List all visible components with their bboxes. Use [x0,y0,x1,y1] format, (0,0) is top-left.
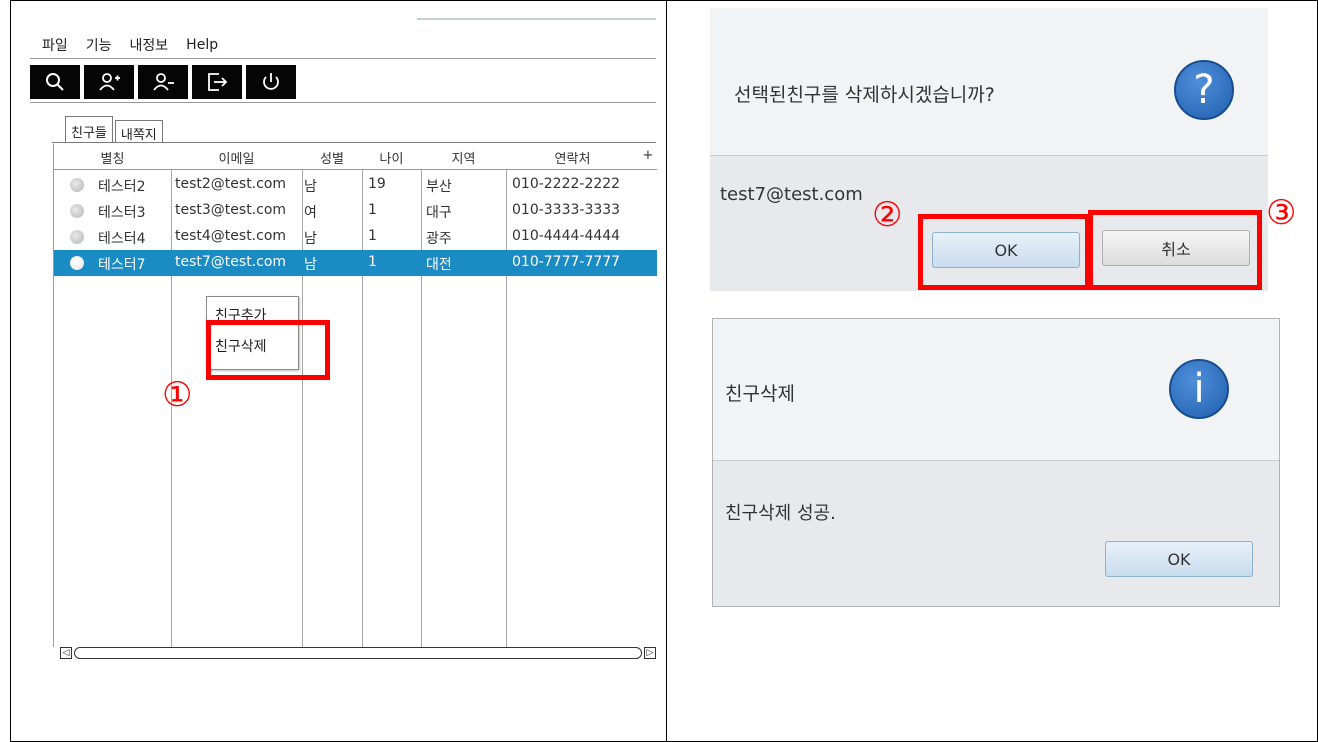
cell-gender: 남 [304,179,317,195]
question-icon-glyph: ? [1193,67,1215,113]
step-marker-2: ② [872,195,903,235]
question-icon: ? [1174,60,1234,120]
cell-gender: 남 [304,257,317,273]
cell-email: test7@test.com [175,254,287,270]
cell-gender: 여 [304,205,317,221]
table-row[interactable]: 테스터4 test4@test.com 남 1 광주 010-4444-4444 [54,224,657,250]
document-table-divider [666,0,667,742]
scroll-left-arrow[interactable]: ◁ [60,647,72,659]
power-button[interactable] [246,65,296,99]
column-menu-button[interactable]: + [639,148,657,163]
cell-phone: 010-2222-2222 [512,176,621,192]
logout-button[interactable] [192,65,242,99]
confirm-question: 선택된친구를 삭제하시겠습니까? [734,84,995,106]
cell-email: test3@test.com [175,202,287,218]
cell-region: 부산 [426,179,452,195]
ok-button[interactable]: OK [1105,541,1253,577]
step-marker-1: ① [162,375,193,415]
info-icon-glyph: i [1193,366,1205,412]
tab-bar: 친구들 내쪽지 [65,116,165,143]
table-row[interactable]: 테스터3 test3@test.com 여 1 대구 010-3333-3333 [54,198,657,224]
column-header-nickname[interactable]: 별칭 [54,148,171,167]
cell-gender: 남 [304,231,317,247]
search-icon [46,73,64,91]
info-icon: i [1169,359,1229,419]
cell-email: test4@test.com [175,228,287,244]
cell-nickname: 테스터3 [98,205,146,221]
column-header-gender[interactable]: 성별 [302,148,362,167]
column-header-email[interactable]: 이메일 [171,148,302,167]
table-header: 별칭 이메일 성별 나이 지역 연락처 + [54,144,657,170]
table-row-selected[interactable]: 테스터7 test7@test.com 남 1 대전 010-7777-7777 [54,250,657,276]
cell-phone: 010-7777-7777 [512,254,621,270]
table-row[interactable]: 테스터2 test2@test.com 남 19 부산 010-2222-222… [54,172,657,198]
search-button[interactable] [30,65,80,99]
menu-separator [30,58,656,59]
cell-nickname: 테스터4 [98,231,146,247]
cell-nickname: 테스터7 [98,257,146,273]
highlight-box-cancel [1088,210,1262,290]
cell-region: 대전 [426,257,452,273]
info-dialog-title: 친구삭제 [725,383,795,405]
column-header-region[interactable]: 지역 [421,148,506,167]
column-header-age[interactable]: 나이 [362,148,421,167]
column-header-phone[interactable]: 연락처 [506,148,639,167]
cell-age: 1 [368,254,377,270]
cell-phone: 010-3333-3333 [512,202,621,218]
scroll-right-arrow[interactable]: ▷ [644,647,656,659]
cell-age: 1 [368,202,377,218]
cell-region: 광주 [426,231,452,247]
confirm-email: test7@test.com [720,184,863,205]
cell-region: 대구 [426,205,452,221]
add-user-icon [99,73,120,91]
cell-age: 1 [368,228,377,244]
toolbar-separator [30,102,656,103]
highlight-box-ok [918,214,1090,290]
menu-file[interactable]: 파일 [22,35,77,55]
menu-bar: 파일 기능 내정보 Help [22,32,656,58]
menu-function[interactable]: 기능 [77,35,121,55]
remove-user-icon [153,73,174,91]
cell-age: 19 [368,176,386,192]
step-marker-3: ③ [1266,193,1297,233]
menu-help[interactable]: Help [177,37,227,53]
info-dialog: 친구삭제 i 친구삭제 성공. OK [712,318,1280,607]
highlight-box-delete-menu [206,320,330,380]
horizontal-scrollbar[interactable]: ◁ ▷ [60,646,656,660]
menu-my-info[interactable]: 내정보 [121,35,178,55]
cell-phone: 010-4444-4444 [512,228,621,244]
remove-friend-button[interactable] [138,65,188,99]
power-icon [263,73,279,90]
row-radio[interactable] [70,256,84,270]
tab-underline [52,142,656,143]
info-message: 친구삭제 성공. [725,503,836,524]
window-border [417,18,656,20]
row-radio[interactable] [70,178,84,192]
logout-icon [208,73,228,91]
tab-messages[interactable]: 내쪽지 [114,120,163,143]
friends-table: 별칭 이메일 성별 나이 지역 연락처 + 테스터2 test2@test.co… [53,144,657,647]
messenger-window: 파일 기능 내정보 Help 친구들 내쪽지 별칭 이메일 성별 나이 지역 연… [22,18,657,663]
cell-nickname: 테스터2 [98,179,146,195]
row-radio[interactable] [70,230,84,244]
scroll-thumb[interactable] [74,647,642,659]
add-friend-button[interactable] [84,65,134,99]
row-radio[interactable] [70,204,84,218]
tab-friends[interactable]: 친구들 [65,116,113,142]
toolbar [30,65,300,99]
cell-email: test2@test.com [175,176,287,192]
